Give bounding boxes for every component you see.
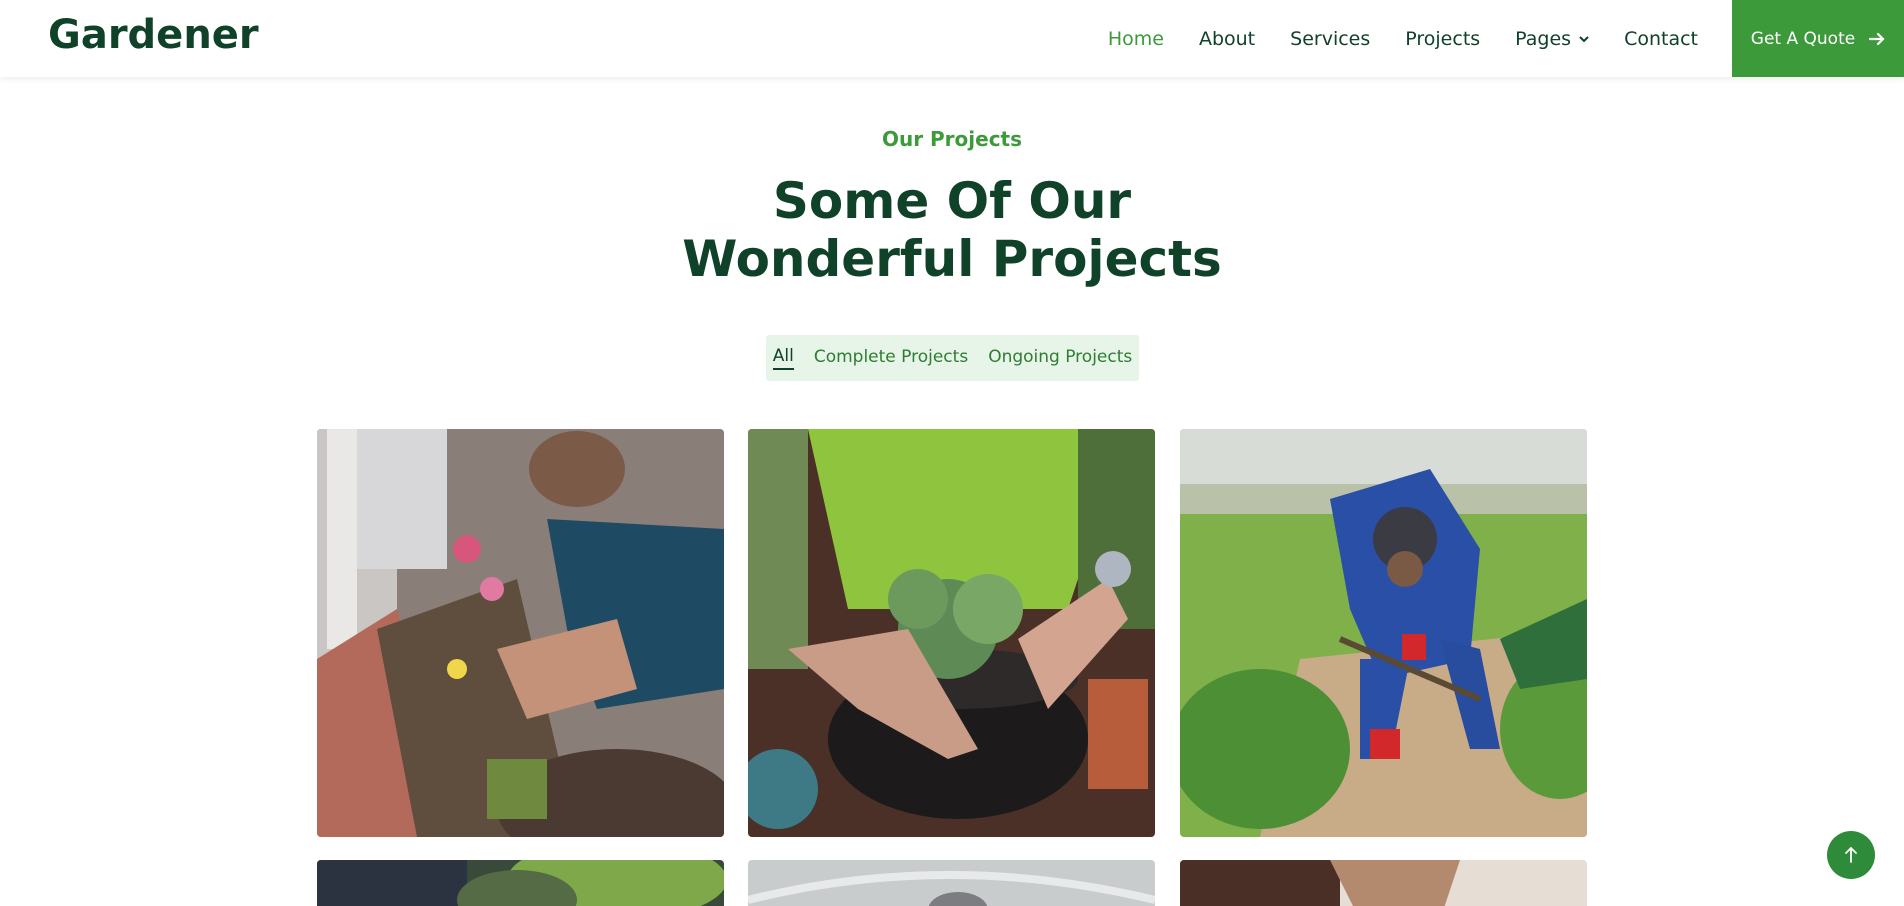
nav-about[interactable]: About [1199, 28, 1255, 50]
project-image-4 [317, 860, 724, 906]
nav-projects[interactable]: Projects [1405, 28, 1480, 50]
main-nav: Home About Services Projects Pages Conta… [1108, 0, 1698, 77]
project-image-people-planting [317, 429, 724, 837]
project-card-3[interactable] [1180, 429, 1587, 837]
filter-all[interactable]: All [772, 346, 794, 370]
project-card-6[interactable] [1180, 860, 1587, 906]
project-filter-tabs: All Complete Projects Ongoing Projects [766, 335, 1139, 381]
nav-contact[interactable]: Contact [1624, 28, 1698, 50]
nav-pages-label: Pages [1515, 27, 1572, 50]
nav-pages-dropdown[interactable]: Pages [1515, 28, 1589, 50]
section-title: Some Of Our Wonderful Projects [0, 172, 1904, 288]
get-a-quote-label: Get A Quote [1750, 28, 1856, 49]
filter-ongoing-projects[interactable]: Ongoing Projects [988, 347, 1132, 369]
section-title-line1: Some Of Our [772, 172, 1132, 230]
project-card-2[interactable] [748, 429, 1155, 837]
project-card-5[interactable] [748, 860, 1155, 906]
navbar: Gardener Home About Services Projects Pa… [0, 0, 1904, 77]
nav-home[interactable]: Home [1108, 28, 1164, 50]
arrow-up-icon [1845, 846, 1857, 863]
nav-services[interactable]: Services [1290, 28, 1370, 50]
section-eyebrow: Our Projects [881, 127, 1023, 151]
project-card-4[interactable] [317, 860, 724, 906]
get-a-quote-button[interactable]: Get A Quote [1732, 0, 1904, 77]
project-image-potting-succulents [748, 429, 1155, 837]
back-to-top-button[interactable] [1827, 831, 1875, 879]
project-image-6 [1180, 860, 1587, 906]
chevron-down-icon [1579, 35, 1589, 42]
project-card-1[interactable] [317, 429, 724, 837]
filter-complete-projects[interactable]: Complete Projects [814, 347, 968, 369]
arrow-right-icon [1869, 32, 1885, 45]
project-image-5 [748, 860, 1155, 906]
section-title-line2: Wonderful Projects [682, 230, 1222, 288]
brand-logo[interactable]: Gardener [48, 12, 259, 58]
project-image-worker-gardening [1180, 429, 1587, 837]
